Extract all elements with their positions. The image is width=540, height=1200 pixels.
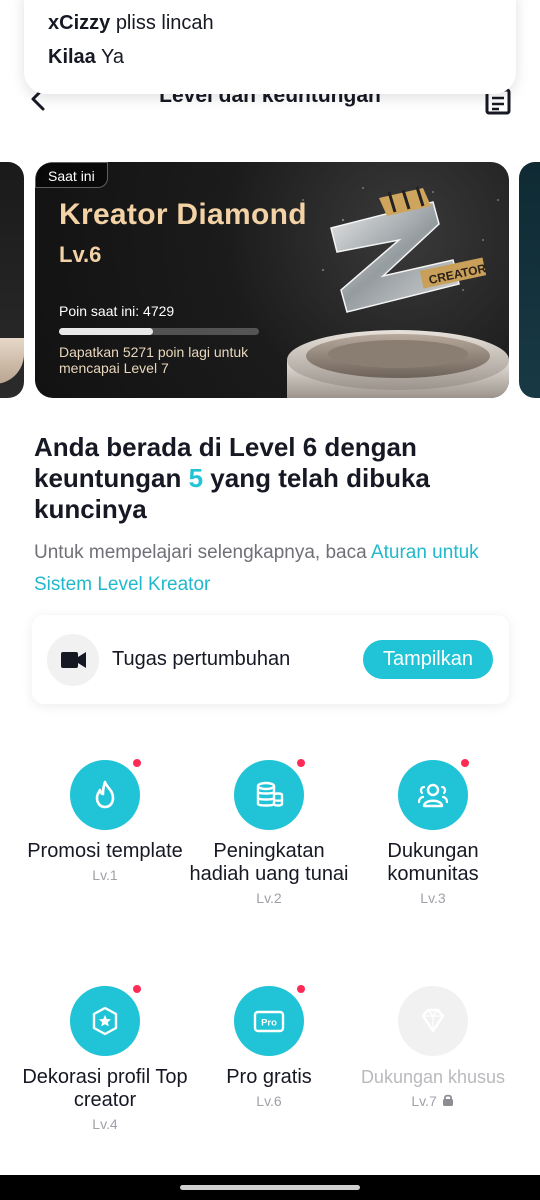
navigation-bar	[0, 1175, 540, 1200]
benefit-icon-circle: Pro	[234, 984, 306, 1056]
previous-level-card[interactable]	[0, 162, 24, 398]
points-needed-text: Dapatkan 5271 poin lagi untuk mencapai L…	[59, 344, 249, 376]
current-level-badge: Saat ini	[35, 162, 108, 188]
benefit-label: Dekorasi profil Top creator	[22, 1066, 188, 1111]
lock-icon	[442, 1094, 453, 1106]
coins-icon	[256, 781, 284, 807]
new-indicator-dot	[132, 984, 142, 994]
benefit-level: Lv.3	[420, 890, 446, 906]
home-indicator[interactable]	[180, 1185, 360, 1190]
benefit-community-support[interactable]: Dukungan komunitas Lv.3	[348, 758, 518, 908]
message-text: Ya	[101, 46, 124, 68]
message-sender: Kilaa	[48, 46, 96, 68]
benefit-level-text: Lv.7	[411, 1093, 437, 1109]
message-notification[interactable]: xCizzy pliss lincah Kilaa Ya	[24, 0, 516, 94]
benefit-icon-circle	[234, 758, 306, 830]
benefit-label: Promosi template	[27, 840, 183, 862]
benefit-top-creator-profile-decoration[interactable]: Dekorasi profil Top creator Lv.4	[20, 984, 190, 1134]
growth-task-label: Tugas pertumbuhan	[112, 648, 291, 670]
current-points: Poin saat ini: 4729	[59, 303, 175, 319]
diamond-trophy-image: CREATOR	[287, 186, 509, 398]
benefit-label: Pro gratis	[226, 1066, 312, 1088]
message-text: pliss lincah	[115, 12, 214, 34]
trophy-base-image	[0, 338, 24, 384]
benefit-icon-circle	[398, 758, 470, 830]
learn-more-text: Untuk mempelajari selengkapnya, baca Atu…	[34, 537, 510, 601]
svg-text:Pro: Pro	[261, 1018, 277, 1029]
message-sender: xCizzy	[48, 12, 111, 34]
level-progress-fill	[59, 328, 153, 335]
level-summary-heading: Anda berada di Level 6 dengan keuntungan…	[34, 432, 510, 525]
benefit-level: Lv.1	[92, 867, 118, 883]
benefit-level: Lv.7	[348, 1091, 518, 1111]
level-progress-bar	[59, 328, 259, 335]
benefit-label: Dukungan komunitas	[387, 840, 479, 885]
notification-message: xCizzy pliss lincah	[48, 10, 516, 44]
benefit-label: Peningkatan hadiah uang tunai	[189, 840, 349, 885]
video-camera-icon	[61, 652, 86, 668]
benefit-level: Lv.4	[92, 1116, 118, 1132]
current-level-card[interactable]: CREATOR Saat ini Kreator Diamond Lv.6 Po…	[35, 162, 509, 398]
new-indicator-dot	[296, 758, 306, 768]
benefit-icon-circle	[398, 986, 468, 1056]
benefit-label: Dukungan khusus	[360, 1067, 506, 1087]
level-number: Lv.6	[59, 242, 102, 267]
unlocked-benefits-count: 5	[188, 463, 204, 493]
new-indicator-dot	[132, 758, 142, 768]
new-indicator-dot	[296, 984, 306, 994]
benefit-level: Lv.2	[256, 890, 282, 906]
benefit-cash-reward-boost[interactable]: Peningkatan hadiah uang tunai Lv.2	[184, 758, 354, 908]
flame-icon	[95, 780, 115, 809]
community-icon	[417, 783, 449, 808]
benefit-icon-circle	[70, 984, 142, 1056]
show-tasks-button[interactable]: Tampilkan	[362, 640, 493, 679]
diamond-icon	[421, 1008, 445, 1033]
info-text: Untuk mempelajari selengkapnya, baca	[34, 542, 367, 563]
new-indicator-dot	[460, 758, 470, 768]
task-icon-container	[47, 634, 99, 686]
benefit-free-pro[interactable]: Pro Pro gratis Lv.6	[184, 984, 354, 1111]
benefit-template-promotion[interactable]: Promosi template Lv.1	[20, 758, 190, 885]
star-badge-icon	[92, 1006, 118, 1036]
next-level-card[interactable]	[519, 162, 540, 398]
level-title: Kreator Diamond	[59, 198, 307, 231]
notification-message: Kilaa Ya	[48, 44, 516, 78]
benefit-level: Lv.6	[256, 1093, 282, 1109]
growth-task-card[interactable]: Tugas pertumbuhan Tampilkan	[32, 615, 509, 704]
benefit-special-support[interactable]: Dukungan khusus Lv.7	[348, 986, 518, 1111]
pro-icon: Pro	[253, 1010, 285, 1033]
benefit-icon-circle	[70, 758, 142, 830]
